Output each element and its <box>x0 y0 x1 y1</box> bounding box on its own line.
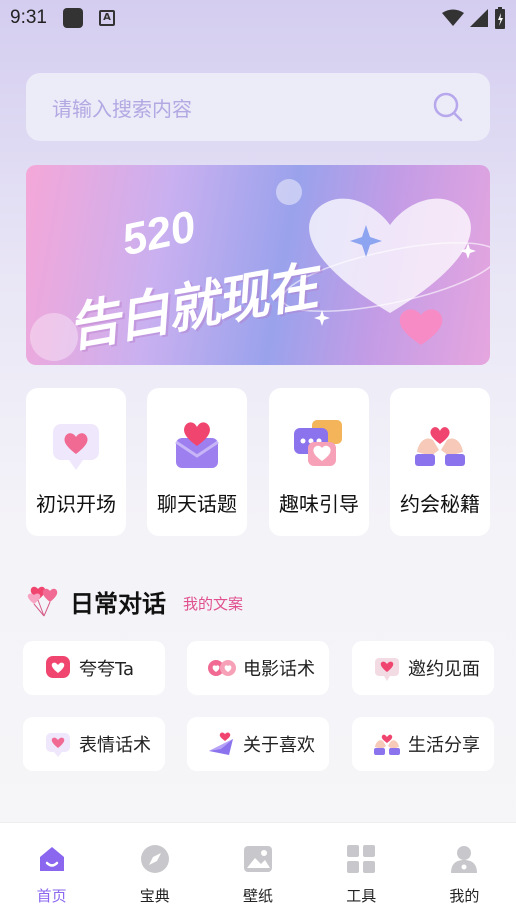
profile-icon <box>451 846 478 873</box>
promo-banner[interactable]: 520 告白就现在 <box>26 165 490 365</box>
search-bar[interactable]: 请输入搜索内容 <box>26 73 490 141</box>
compass-icon <box>140 845 169 873</box>
wallpaper-icon <box>244 846 272 872</box>
pill-label: 生活分享 <box>408 735 480 756</box>
category-label: 约会秘籍 <box>400 492 480 516</box>
pill-label: 关于喜欢 <box>243 735 315 756</box>
home-icon <box>39 847 64 871</box>
category-card-fun[interactable]: 趣味引导 <box>269 388 369 536</box>
nav-label: 壁纸 <box>243 887 274 905</box>
category-card-dating[interactable]: 约会秘籍 <box>390 388 490 536</box>
status-time: 9:31 <box>10 7 47 28</box>
search-input[interactable]: 请输入搜索内容 <box>52 93 432 122</box>
film-hearts-icon <box>208 660 236 676</box>
nav-home[interactable]: 首页 <box>0 823 103 917</box>
pill-movie[interactable]: 电影话术 <box>187 641 329 695</box>
search-icon[interactable] <box>432 91 464 123</box>
category-card-topics[interactable]: 聊天话题 <box>147 388 247 536</box>
battery-icon <box>495 7 505 29</box>
status-bar: 9:31 A <box>0 0 516 36</box>
nav-label: 首页 <box>36 887 67 905</box>
heart-balloon-icon <box>46 656 70 678</box>
pill-emoji[interactable]: 表情话术 <box>23 717 165 771</box>
hands-heart-icon <box>374 734 400 755</box>
category-label: 聊天话题 <box>157 492 237 516</box>
signal-icon <box>470 9 488 27</box>
category-label: 初识开场 <box>36 492 116 516</box>
my-copy-link[interactable]: 我的文案 <box>183 593 243 614</box>
category-card-opening[interactable]: 初识开场 <box>26 388 126 536</box>
status-icons <box>442 7 506 29</box>
heart-envelope-icon <box>175 422 219 468</box>
heart-balloons-icon <box>27 586 58 617</box>
love-letter-icon <box>209 732 233 755</box>
notification-icon <box>62 8 83 28</box>
pill-label: 邀约见面 <box>408 659 480 680</box>
nav-label: 工具 <box>346 887 377 905</box>
nav-tools[interactable]: 工具 <box>310 823 413 917</box>
invite-heart-icon <box>375 658 399 681</box>
section-title: 日常对话 <box>70 590 166 618</box>
pill-life-share[interactable]: 生活分享 <box>352 717 494 771</box>
bottom-nav: 首页 宝典 壁纸 工具 我的 <box>0 822 516 917</box>
category-label: 趣味引导 <box>279 492 359 516</box>
keyboard-icon: A <box>98 10 115 26</box>
heart-chat-icon <box>53 424 99 470</box>
pill-label: 夸夸Ta <box>79 659 135 680</box>
nav-label: 宝典 <box>139 887 170 905</box>
pill-about-love[interactable]: 关于喜欢 <box>187 717 329 771</box>
pill-praise[interactable]: 夸夸Ta <box>23 641 165 695</box>
pill-label: 表情话术 <box>79 735 151 756</box>
grid-icon <box>347 845 376 873</box>
nav-guide[interactable]: 宝典 <box>103 823 206 917</box>
hands-heart-icon <box>415 427 465 466</box>
pill-label: 电影话术 <box>243 659 315 680</box>
nav-label: 我的 <box>449 887 480 905</box>
pill-invite[interactable]: 邀约见面 <box>352 641 494 695</box>
nav-profile[interactable]: 我的 <box>413 823 516 917</box>
chat-bubbles-icon <box>294 420 342 466</box>
nav-wallpaper[interactable]: 壁纸 <box>206 823 309 917</box>
wifi-icon <box>442 9 464 26</box>
heart-chat-icon <box>46 733 70 757</box>
